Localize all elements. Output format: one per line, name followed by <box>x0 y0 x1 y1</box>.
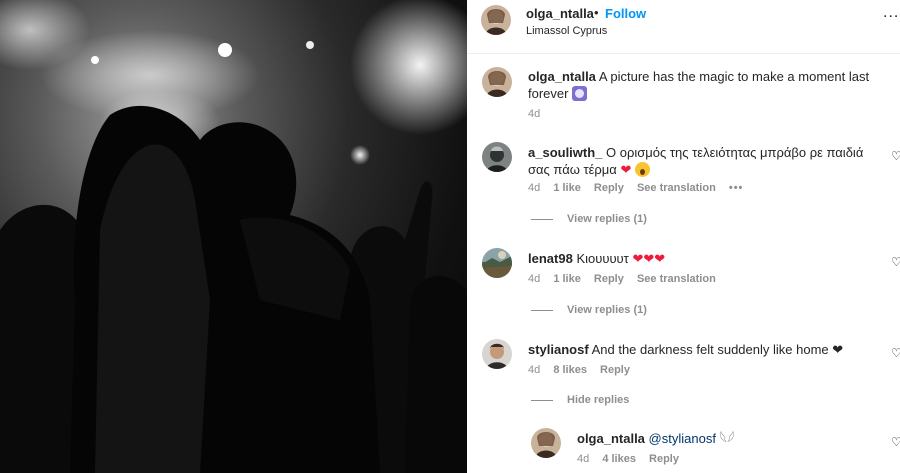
header-username[interactable]: olga_ntalla <box>526 6 594 21</box>
view-replies-button[interactable]: View replies (1) <box>531 304 647 316</box>
reply-meta: 4d 4 likes Reply <box>577 453 689 465</box>
replies-divider <box>531 399 553 401</box>
avatar[interactable] <box>482 248 512 278</box>
comment-body: Κιουυυυτ <box>576 251 629 266</box>
likes-count[interactable]: 1 like <box>553 182 581 194</box>
post-side-panel: olga_ntalla • Follow Limassol Cyprus ...… <box>467 0 900 473</box>
reply-time[interactable]: 4d <box>577 453 589 465</box>
comment-options-icon[interactable]: ••• <box>729 182 744 194</box>
like-heart-icon[interactable]: ♡ <box>891 255 900 269</box>
reply-username[interactable]: olga_ntalla <box>577 431 645 446</box>
reply-button[interactable]: Reply <box>594 182 624 194</box>
view-replies-button[interactable]: View replies (1) <box>531 213 647 225</box>
red-heart-emoji-icon: ❤ <box>620 162 632 177</box>
reply-emoji: 𓆩𓆪 <box>719 431 735 446</box>
black-heart-emoji-icon: ❤ <box>832 342 844 357</box>
comment-meta: 4d 1 like Reply See translation ••• <box>528 182 753 194</box>
likes-count[interactable]: 8 likes <box>553 364 587 376</box>
replies-divider <box>531 309 553 311</box>
likes-count[interactable]: 1 like <box>553 273 581 285</box>
comment-username[interactable]: stylianosf <box>528 342 589 357</box>
separator-dot: • <box>594 5 599 20</box>
see-translation-button[interactable]: See translation <box>637 273 716 285</box>
comment-time[interactable]: 4d <box>528 182 540 194</box>
comment-body: And the darkness felt suddenly like home <box>591 342 829 357</box>
like-heart-icon[interactable]: ♡ <box>891 149 900 163</box>
view-replies-label: View replies (1) <box>567 213 647 225</box>
comment-text: lenat98 Κιουυυυτ ❤❤❤ <box>528 250 884 267</box>
more-options-icon[interactable]: ... <box>883 4 899 22</box>
mention-link[interactable]: @stylianosf <box>649 431 716 446</box>
comment-text: a_souliwth_ Ο ορισμός της τελειότητας μπ… <box>528 144 884 178</box>
avatar[interactable] <box>482 67 512 97</box>
comment-username[interactable]: lenat98 <box>528 251 573 266</box>
like-heart-icon[interactable]: ♡ <box>891 435 900 449</box>
hide-replies-button[interactable]: Hide replies <box>531 394 629 406</box>
reply-button[interactable]: Reply <box>600 364 630 376</box>
comment-time[interactable]: 4d <box>528 273 540 285</box>
comment-time[interactable]: 4d <box>528 364 540 376</box>
post-photo[interactable] <box>0 0 467 473</box>
moon-emoji-icon <box>572 86 588 101</box>
comment-username[interactable]: a_souliwth_ <box>528 145 602 160</box>
reply-text: olga_ntalla @stylianosf 𓆩𓆪 <box>577 430 877 447</box>
avatar[interactable] <box>482 339 512 369</box>
concert-silhouette-image <box>0 0 467 473</box>
reply-button[interactable]: Reply <box>594 273 624 285</box>
comment-text: stylianosf And the darkness felt suddenl… <box>528 341 884 358</box>
comment-meta: 4d 1 like Reply See translation <box>528 273 726 285</box>
avatar[interactable] <box>482 142 512 172</box>
red-heart-emoji-icon: ❤❤❤ <box>632 251 666 266</box>
hide-replies-label: Hide replies <box>567 394 630 406</box>
reply-button[interactable]: Reply <box>649 453 679 465</box>
follow-button[interactable]: Follow <box>605 6 646 21</box>
caption-meta: 4d <box>528 108 550 120</box>
comment-meta: 4d 8 likes Reply <box>528 364 640 376</box>
avatar[interactable] <box>481 5 511 35</box>
location-link[interactable]: Limassol Cyprus <box>526 25 607 37</box>
scream-emoji-icon <box>634 162 650 177</box>
replies-divider <box>531 218 553 220</box>
post-header: olga_ntalla • Follow Limassol Cyprus ... <box>467 0 900 54</box>
caption-username[interactable]: olga_ntalla <box>528 69 596 84</box>
see-translation-button[interactable]: See translation <box>637 182 716 194</box>
likes-count[interactable]: 4 likes <box>602 453 636 465</box>
avatar[interactable] <box>531 428 561 458</box>
like-heart-icon[interactable]: ♡ <box>891 346 900 360</box>
caption-text: olga_ntalla A picture has the magic to m… <box>528 68 884 102</box>
view-replies-label: View replies (1) <box>567 304 647 316</box>
caption-time[interactable]: 4d <box>528 108 540 120</box>
